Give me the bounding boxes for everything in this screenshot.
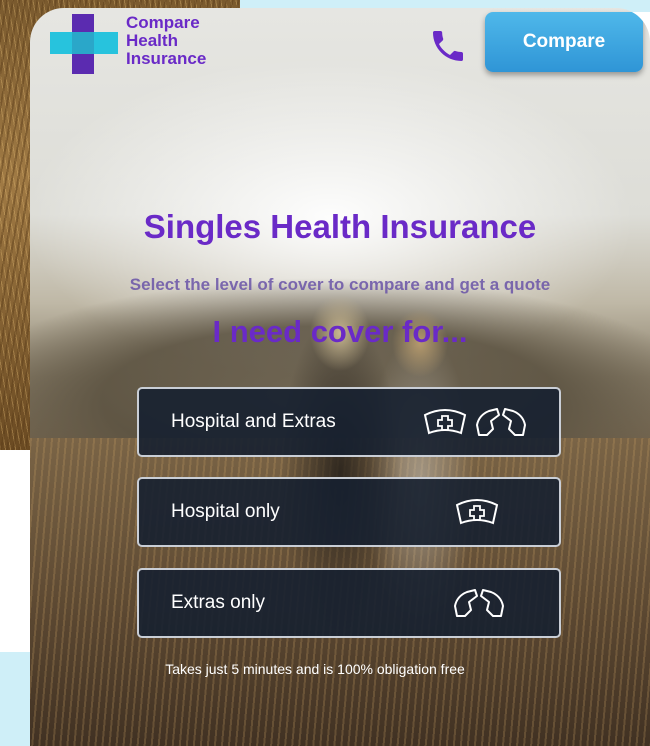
- option-label: Hospital only: [171, 501, 280, 522]
- page-subtitle: Select the level of cover to compare and…: [129, 275, 551, 294]
- option-label: Extras only: [171, 592, 265, 613]
- logo-line: Health: [126, 31, 178, 50]
- page-title: Singles Health Insurance: [143, 208, 537, 245]
- option-extras-only[interactable]: Extras only: [137, 568, 561, 638]
- footer-note: Takes just 5 minutes and is 100% obligat…: [165, 661, 465, 677]
- option-label: Hospital and Extras: [171, 411, 336, 432]
- option-icons: [453, 479, 501, 545]
- hands-icon: [454, 589, 504, 617]
- logo-wordmark: Compare Health Insurance: [126, 14, 266, 68]
- phone-icon[interactable]: [428, 26, 468, 66]
- cross-logo-icon: [50, 14, 118, 74]
- compare-button[interactable]: Compare: [485, 12, 643, 72]
- option-hospital-only[interactable]: Hospital only: [137, 477, 561, 547]
- nurse-cap-icon: [423, 409, 467, 435]
- option-hospital-and-extras[interactable]: Hospital and Extras: [137, 387, 561, 457]
- hands-icon: [476, 408, 526, 436]
- cover-heading: I need cover for...: [212, 314, 468, 349]
- logo-line: Compare: [126, 13, 200, 32]
- option-icons: [421, 389, 529, 455]
- option-icons: [451, 570, 507, 636]
- logo-line: Insurance: [126, 49, 207, 68]
- site-logo[interactable]: Compare Health Insurance: [50, 12, 250, 78]
- hero-screen: Compare Health Insurance Compare Singles…: [30, 8, 650, 746]
- nurse-cap-icon: [455, 499, 499, 525]
